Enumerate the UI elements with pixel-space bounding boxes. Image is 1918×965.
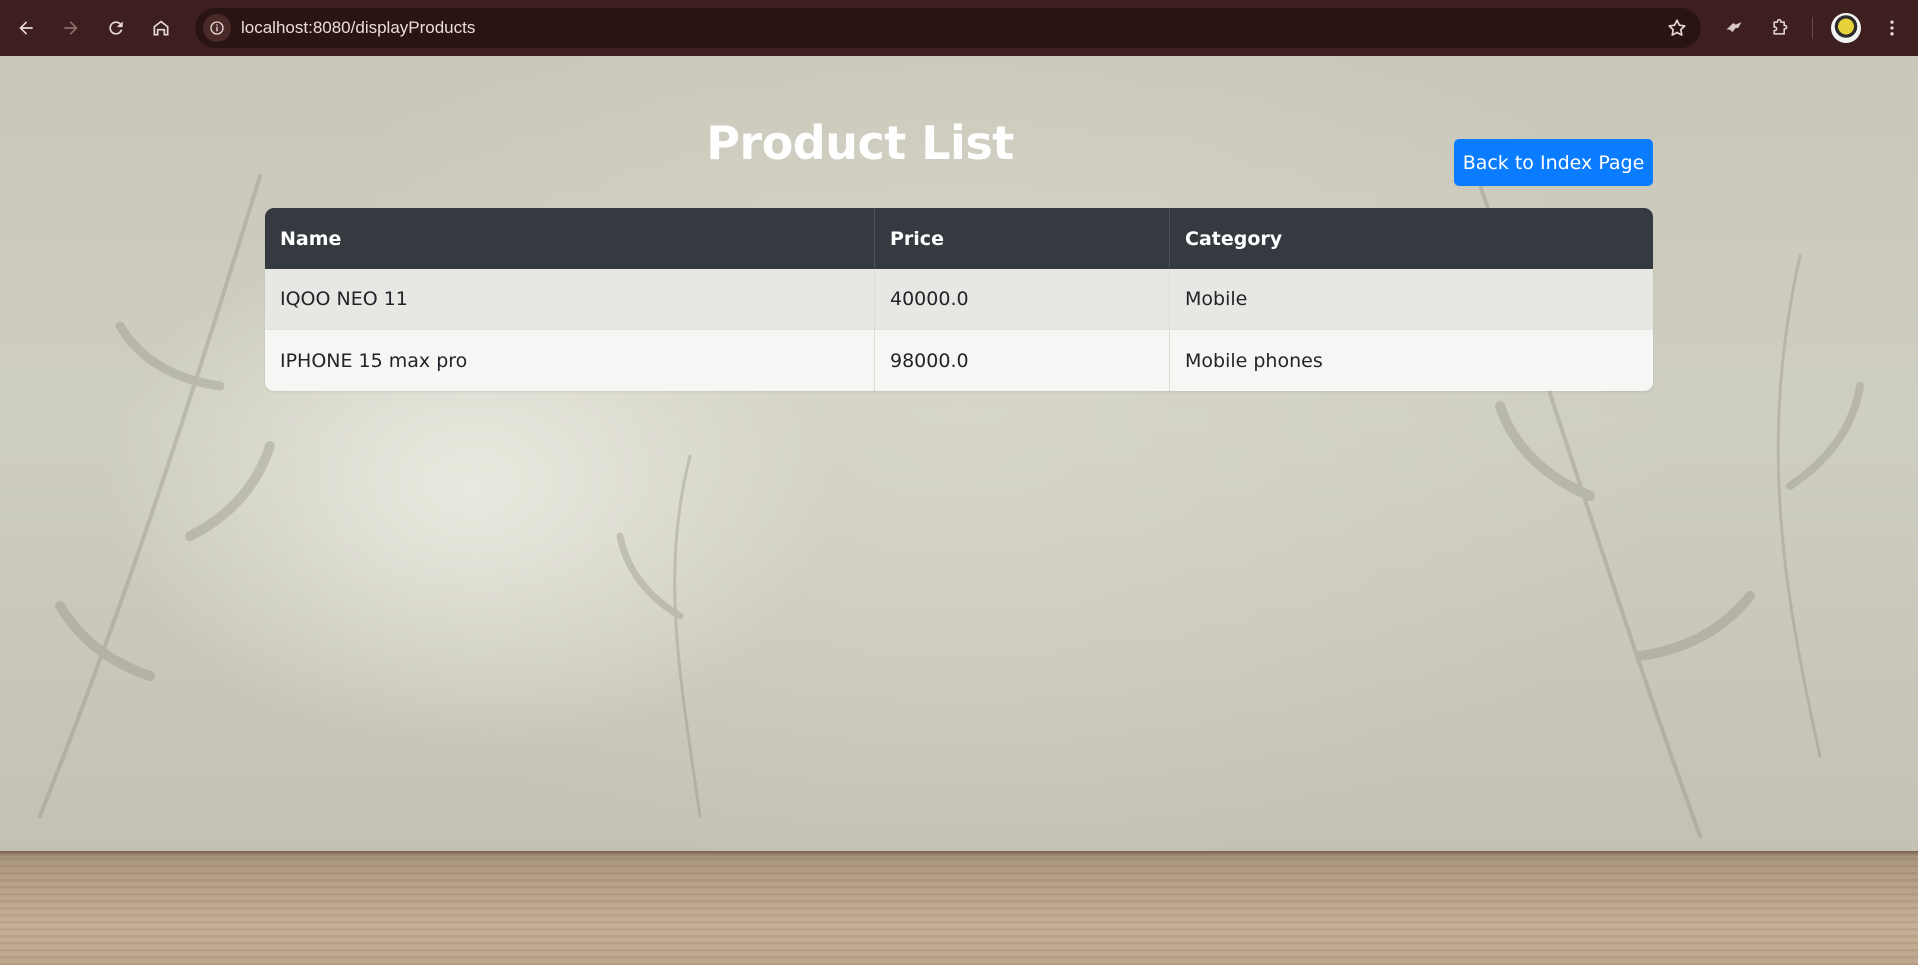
extensions-puzzle-icon[interactable]: [1764, 12, 1796, 44]
table-header-row: Name Price Category: [265, 208, 1653, 269]
products-table: Name Price Category IQOO NEO 11 40000.0 …: [265, 208, 1653, 391]
reload-icon[interactable]: [100, 12, 132, 44]
profile-avatar[interactable]: [1831, 13, 1861, 43]
product-name-cell: IPHONE 15 max pro: [265, 330, 875, 391]
product-price-cell: 40000.0: [875, 269, 1170, 330]
product-category-cell: Mobile: [1170, 269, 1653, 330]
column-header-category: Category: [1170, 208, 1653, 269]
home-icon[interactable]: [145, 12, 177, 44]
product-price-cell: 98000.0: [875, 330, 1170, 391]
browser-toolbar: localhost:8080/displayProducts: [0, 0, 1918, 56]
bookmark-star-icon[interactable]: [1663, 14, 1691, 42]
forward-icon[interactable]: [55, 12, 87, 44]
site-info-icon[interactable]: [203, 14, 231, 42]
back-to-index-button[interactable]: Back to Index Page: [1454, 139, 1653, 186]
url-text[interactable]: localhost:8080/displayProducts: [241, 8, 475, 48]
table-row: IQOO NEO 11 40000.0 Mobile: [265, 269, 1653, 330]
product-name-cell: IQOO NEO 11: [265, 269, 875, 330]
extension-bird-icon[interactable]: [1718, 12, 1750, 44]
wooden-tabletop: [0, 851, 1918, 965]
column-header-name: Name: [265, 208, 875, 269]
product-category-cell: Mobile phones: [1170, 330, 1653, 391]
table-row: IPHONE 15 max pro 98000.0 Mobile phones: [265, 330, 1653, 391]
menu-dots-icon[interactable]: [1876, 12, 1908, 44]
column-header-price: Price: [875, 208, 1170, 269]
toolbar-divider: [1812, 17, 1813, 39]
back-icon[interactable]: [10, 12, 42, 44]
page-title: Product List: [706, 116, 1014, 170]
page-viewport: Product List Back to Index Page Name Pri…: [0, 56, 1918, 965]
address-bar[interactable]: localhost:8080/displayProducts: [195, 8, 1701, 48]
